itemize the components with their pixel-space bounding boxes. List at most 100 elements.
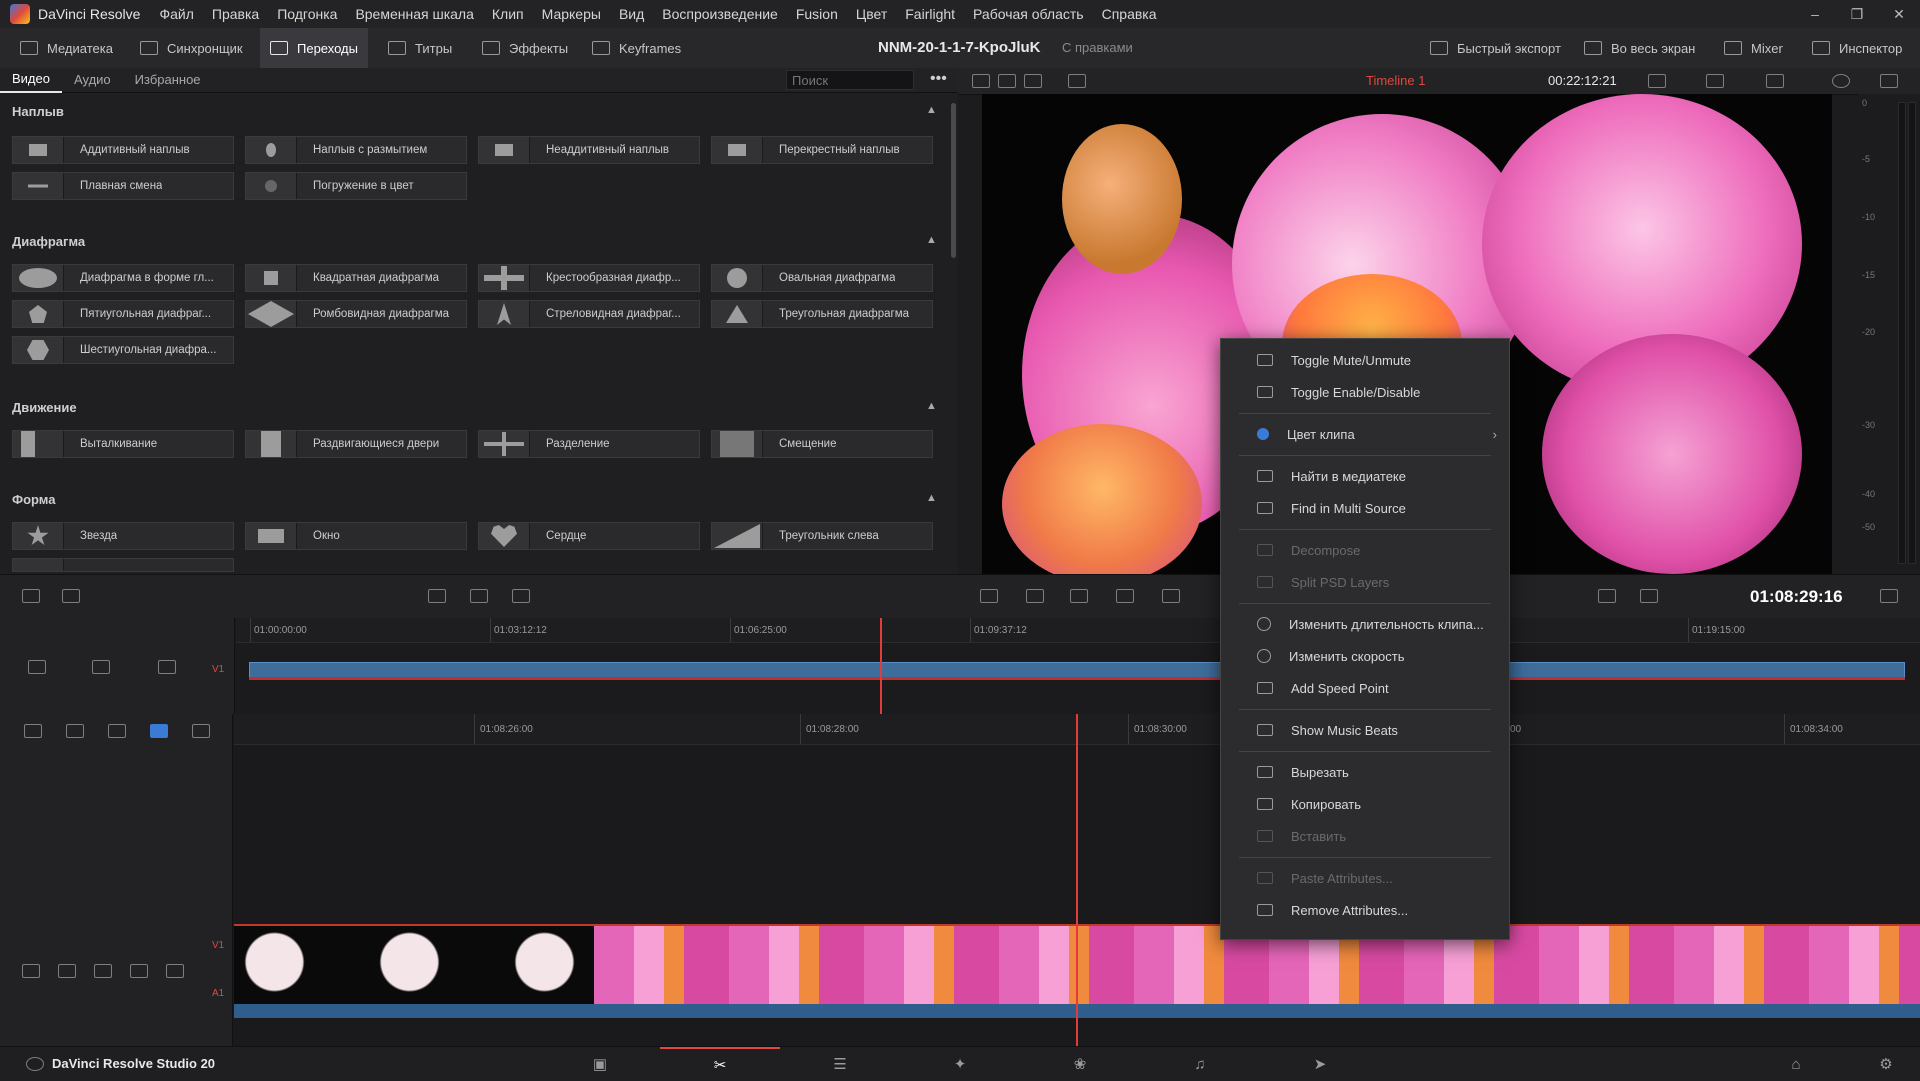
page-fairlight-icon[interactable]: ♫ — [1140, 1047, 1260, 1081]
fx-split[interactable]: Разделение — [478, 430, 700, 458]
effects-search-input[interactable] — [786, 70, 914, 90]
menu-item-add-speed-point[interactable]: Add Speed Point — [1221, 673, 1509, 703]
mixer-sliders-icon[interactable] — [980, 589, 998, 603]
fx-triangle-left[interactable]: Треугольник слева — [711, 522, 933, 550]
fx-partial-item[interactable] — [12, 558, 234, 572]
transform-icon[interactable] — [1766, 74, 1784, 88]
fx-triangle-iris[interactable]: Треугольная диафрагма — [711, 300, 933, 328]
viewer-mode-icon[interactable] — [972, 74, 990, 88]
close-icon[interactable]: ✕ — [1878, 0, 1920, 28]
tab-video[interactable]: Видео — [0, 68, 62, 93]
monitor-icon[interactable] — [166, 964, 184, 978]
fx-cross-dissolve[interactable]: Перекрестный наплыв — [711, 136, 933, 164]
page-cut-icon[interactable]: ✂ — [660, 1047, 780, 1081]
page-fusion-icon[interactable]: ✦ — [900, 1047, 1020, 1081]
page-color-icon[interactable]: ❀ — [1020, 1047, 1140, 1081]
marker-icon[interactable] — [192, 724, 210, 738]
menu-item-toggle-enable[interactable]: Toggle Enable/Disable — [1221, 377, 1509, 407]
collapse-iris-icon[interactable]: ▲ — [926, 234, 937, 246]
fx-barn-door[interactable]: Раздвигающиеся двери — [245, 430, 467, 458]
microphone-icon[interactable] — [1026, 589, 1044, 603]
replace-icon[interactable] — [512, 589, 530, 603]
safe-area-icon[interactable] — [1706, 74, 1724, 88]
fx-eye-iris[interactable]: Диафрагма в форме гл... — [12, 264, 234, 292]
menu-clip[interactable]: Клип — [483, 6, 533, 22]
fx-heart[interactable]: Сердце — [478, 522, 700, 550]
menu-help[interactable]: Справка — [1093, 6, 1166, 22]
menu-fusion[interactable]: Fusion — [787, 6, 847, 22]
fx-star[interactable]: Звезда — [12, 522, 234, 550]
insert-icon[interactable] — [428, 589, 446, 603]
zoom-icon[interactable] — [1648, 74, 1666, 88]
page-edit-icon[interactable]: ☰ — [780, 1047, 900, 1081]
color-wheel-icon[interactable] — [1832, 74, 1850, 88]
prev-frame-icon[interactable] — [1640, 589, 1658, 603]
menu-timeline[interactable]: Временная шкала — [346, 6, 482, 22]
menu-item-clip-color[interactable]: Цвет клипа › — [1221, 419, 1509, 449]
sync-bin-button[interactable]: Синхронщик — [140, 28, 243, 68]
timeline-options-icon[interactable] — [22, 589, 40, 603]
roi-add-icon[interactable] — [1116, 589, 1134, 603]
collapse-shape-icon[interactable]: ▲ — [926, 492, 937, 504]
menu-edit[interactable]: Правка — [203, 6, 268, 22]
fx-non-additive-dissolve[interactable]: Неаддитивный наплыв — [478, 136, 700, 164]
inspector-button[interactable]: Инспектор — [1812, 28, 1902, 68]
track-height-icon[interactable] — [22, 964, 40, 978]
menu-item-find-multi-source[interactable]: Find in Multi Source — [1221, 493, 1509, 523]
fx-oval-iris[interactable]: Овальная диафрагма — [711, 264, 933, 292]
menu-item-toggle-mute[interactable]: Toggle Mute/Unmute — [1221, 345, 1509, 375]
headphones-icon[interactable] — [94, 964, 112, 978]
overview-playhead[interactable] — [880, 618, 882, 714]
menu-view[interactable]: Вид — [610, 6, 653, 22]
track-audio-icon[interactable] — [158, 660, 176, 674]
razor-icon[interactable] — [108, 724, 126, 738]
trim-icon[interactable] — [66, 724, 84, 738]
fx-cross-iris[interactable]: Крестообразная диафр... — [478, 264, 700, 292]
overview-clip[interactable] — [249, 662, 1905, 678]
settings-gear-icon[interactable]: ⚙ — [1866, 1047, 1906, 1081]
fx-blur-dissolve[interactable]: Наплыв с размытием — [245, 136, 467, 164]
timeline-selector[interactable]: Timeline 1 — [1366, 68, 1425, 94]
speaker-icon[interactable] — [130, 964, 148, 978]
fx-diamond-iris[interactable]: Ромбовидная диафрагма — [245, 300, 467, 328]
lock-icon[interactable] — [58, 964, 76, 978]
fullscreen-button[interactable]: Во весь экран — [1584, 28, 1695, 68]
collapse-motion-icon[interactable]: ▲ — [926, 400, 937, 412]
page-deliver-icon[interactable]: ➤ — [1260, 1047, 1380, 1081]
next-frame-icon[interactable] — [1598, 589, 1616, 603]
menu-markers[interactable]: Маркеры — [533, 6, 610, 22]
fx-hexagon-iris[interactable]: Шестиугольная диафра... — [12, 336, 234, 364]
flag-icon[interactable] — [150, 724, 168, 738]
track-split-icon[interactable] — [92, 660, 110, 674]
menu-item-show-music-beats[interactable]: Show Music Beats — [1221, 715, 1509, 745]
keyframes-button[interactable]: Keyframes — [592, 28, 681, 68]
volume-icon[interactable] — [1880, 74, 1898, 88]
collapse-dissolve-icon[interactable]: ▲ — [926, 104, 937, 116]
menu-playback[interactable]: Воспроизведение — [653, 6, 787, 22]
more-options-icon[interactable]: ••• — [930, 68, 947, 90]
fx-dip-to-color[interactable]: Погружение в цвет — [245, 172, 467, 200]
snapping-icon[interactable] — [24, 724, 42, 738]
fx-additive-dissolve[interactable]: Аддитивный наплыв — [12, 136, 234, 164]
menu-item-copy[interactable]: Копировать — [1221, 789, 1509, 819]
fx-slide[interactable]: Смещение — [711, 430, 933, 458]
tab-audio[interactable]: Аудио — [62, 68, 123, 92]
fx-pentagon-iris[interactable]: Пятиугольная диафраг... — [12, 300, 234, 328]
menu-fairlight[interactable]: Fairlight — [896, 6, 964, 22]
audio-options-icon[interactable] — [62, 589, 80, 603]
roi-icon[interactable] — [1070, 589, 1088, 603]
titles-button[interactable]: Титры — [388, 28, 452, 68]
menu-item-find-in-media[interactable]: Найти в медиатеке — [1221, 461, 1509, 491]
menu-item-change-speed[interactable]: Изменить скорость — [1221, 641, 1509, 671]
fx-square-iris[interactable]: Квадратная диафрагма — [245, 264, 467, 292]
mixer-button[interactable]: Mixer — [1724, 28, 1783, 68]
overwrite-icon[interactable] — [470, 589, 488, 603]
overview-ruler[interactable]: 01:00:00:00 01:03:12:12 01:06:25:00 01:0… — [236, 618, 1920, 643]
fx-push[interactable]: Выталкивание — [12, 430, 234, 458]
overview-timeline[interactable]: V1 01:00:00:00 01:03:12:12 01:06:25:00 0… — [0, 618, 1920, 714]
minimize-icon[interactable]: – — [1794, 0, 1836, 28]
track-settings-icon[interactable] — [28, 660, 46, 674]
menu-file[interactable]: Файл — [150, 6, 202, 22]
effects-scrollbar[interactable] — [951, 103, 956, 258]
restore-icon[interactable]: ❐ — [1836, 0, 1878, 28]
